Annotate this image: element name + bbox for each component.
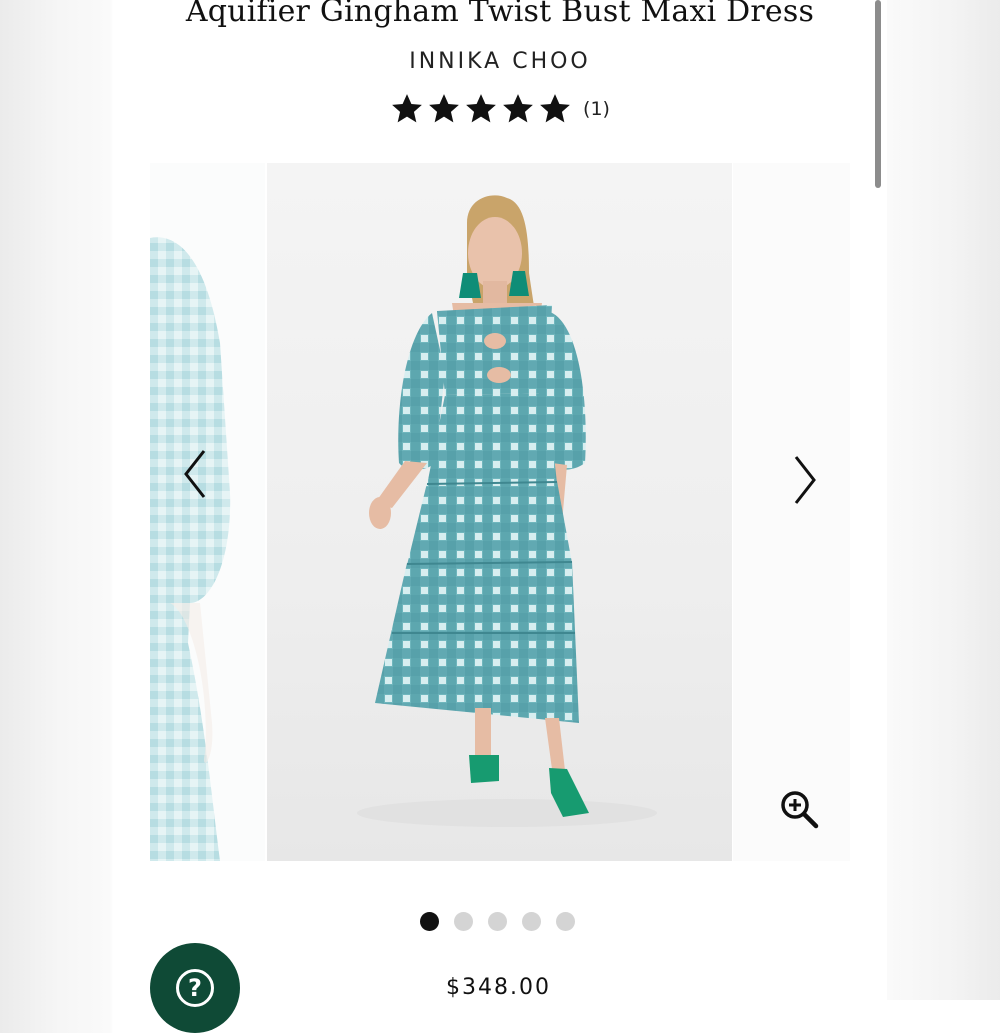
star-icon (538, 92, 575, 126)
background-right (887, 0, 1000, 1000)
previous-slide-image[interactable] (150, 163, 265, 861)
product-rating[interactable]: (1) (0, 92, 1000, 126)
carousel-dot[interactable] (454, 912, 473, 931)
zoom-in-icon (781, 791, 819, 829)
carousel-dot[interactable] (420, 912, 439, 931)
carousel-dot[interactable] (488, 912, 507, 931)
star-icon (501, 92, 538, 126)
product-image-main[interactable] (267, 163, 732, 861)
carousel-dot[interactable] (556, 912, 575, 931)
product-brand[interactable]: INNIKA CHOO (0, 49, 1000, 74)
chevron-right-icon (794, 456, 816, 504)
carousel-pagination (420, 912, 575, 931)
carousel-prev-button[interactable] (175, 444, 215, 504)
product-price: $348.00 (446, 975, 551, 1000)
zoom-button[interactable] (778, 788, 820, 830)
star-icon (464, 92, 501, 126)
carousel-next-button[interactable] (785, 450, 825, 510)
carousel-dot[interactable] (522, 912, 541, 931)
review-count[interactable]: (1) (583, 98, 610, 120)
product-title: Aquifier Gingham Twist Bust Maxi Dress (185, 0, 815, 29)
next-slide-image[interactable] (733, 163, 850, 861)
star-icon (390, 92, 427, 126)
star-icon (427, 92, 464, 126)
chevron-left-icon (184, 450, 206, 498)
